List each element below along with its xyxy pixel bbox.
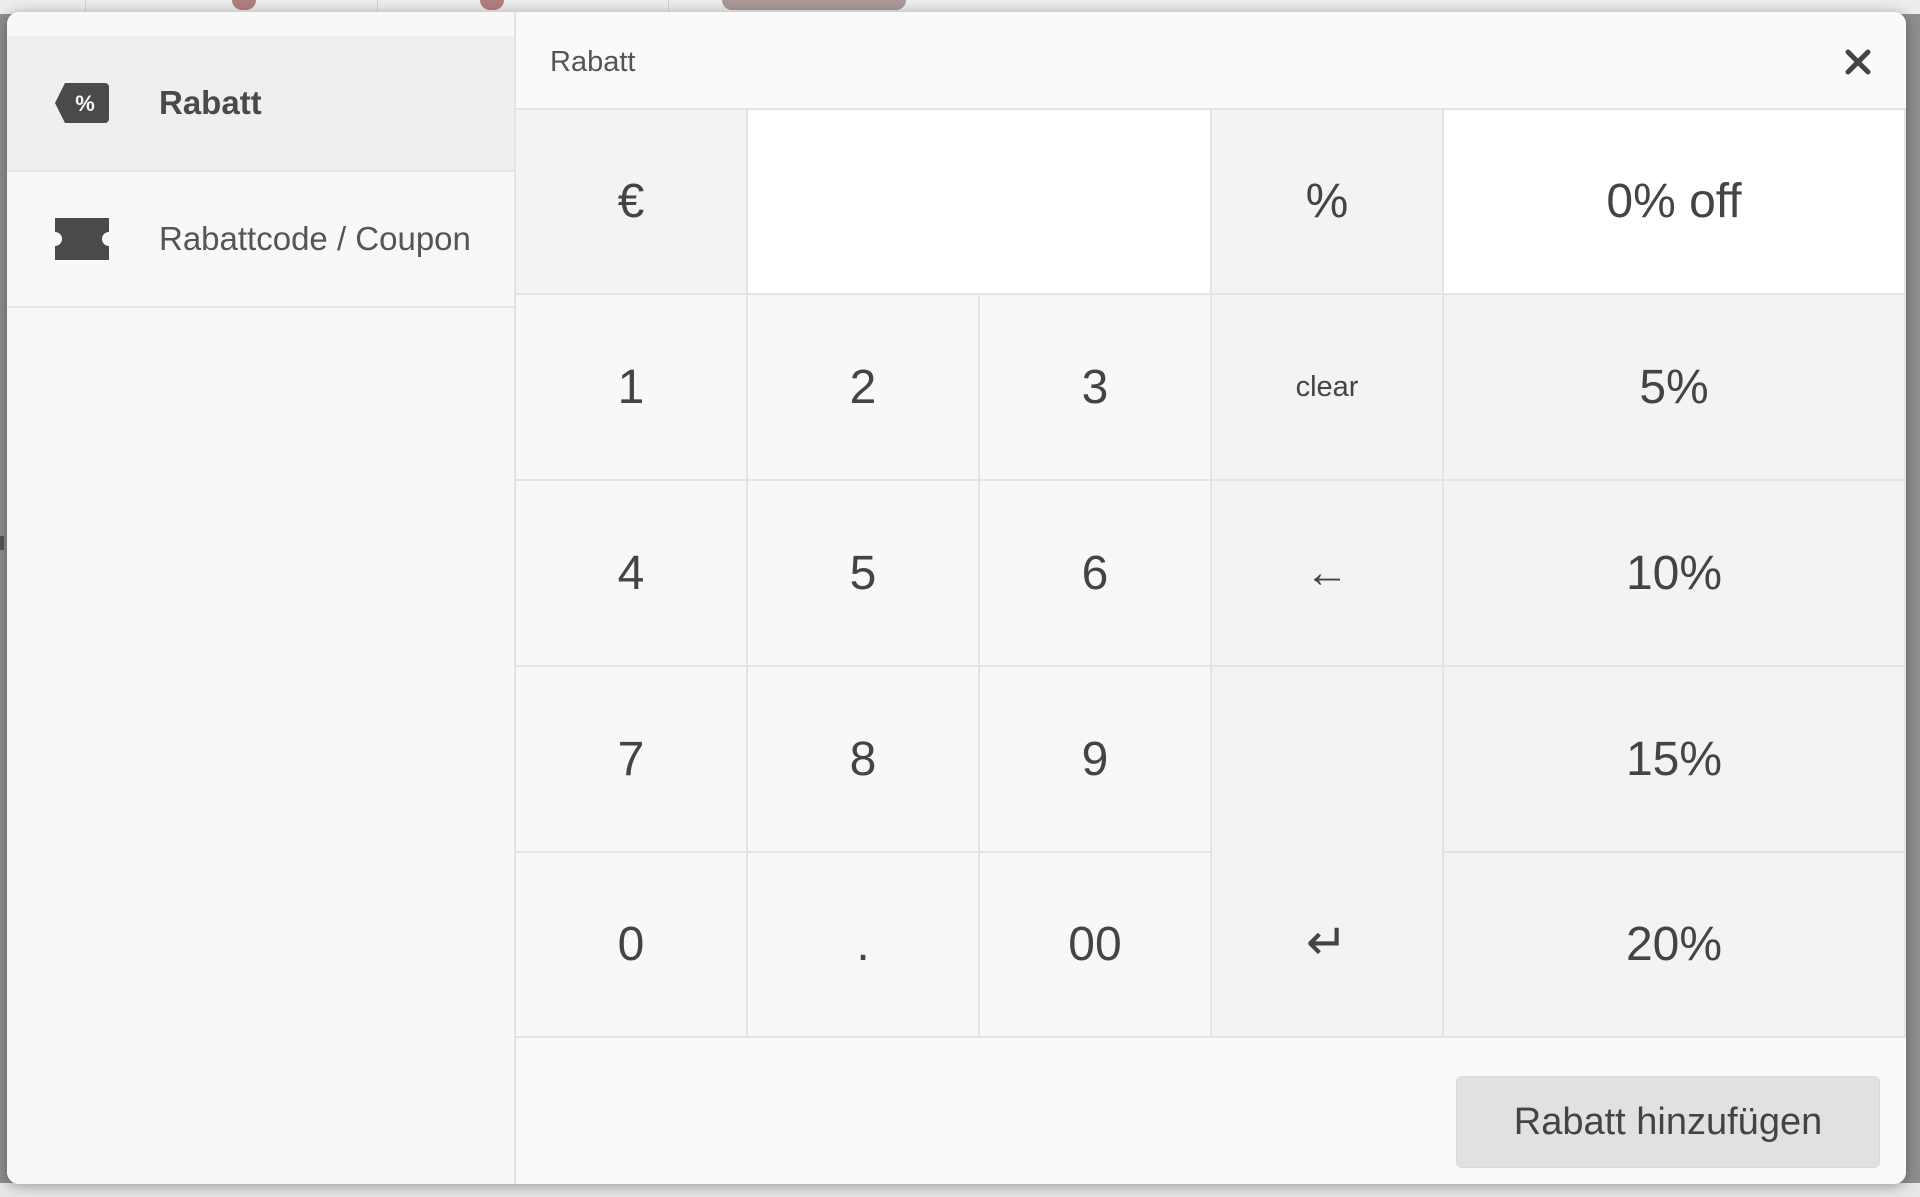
discount-tag-icon: % <box>55 81 109 125</box>
key-6-button[interactable]: 6 <box>980 481 1212 667</box>
modal-header: Rabatt <box>516 12 1906 110</box>
background-image-fragment <box>232 0 256 10</box>
background-image-fragment <box>480 0 504 10</box>
key-5-button[interactable]: 5 <box>748 481 980 667</box>
key-00-button[interactable]: 00 <box>980 853 1212 1038</box>
modal-title: Rabatt <box>550 46 636 78</box>
key-1-button[interactable]: 1 <box>516 295 748 481</box>
currency-toggle-button[interactable]: € <box>516 110 748 295</box>
modal-sidebar: % Rabatt Rabattcode / Coupon <box>7 12 516 1184</box>
background-image-fragment <box>722 0 906 10</box>
key-9-button[interactable]: 9 <box>980 667 1212 853</box>
modal-footer: Rabatt hinzufügen <box>516 1038 1906 1184</box>
percent-toggle-button[interactable]: % <box>1212 110 1444 295</box>
key-0-button[interactable]: 0 <box>516 853 748 1038</box>
preset-20-button[interactable]: 20% <box>1444 853 1906 1038</box>
add-discount-button[interactable]: Rabatt hinzufügen <box>1456 1076 1880 1168</box>
numeric-keypad: € % 0% off 1 2 3 clear 5% 4 5 6 ← 10% 7 … <box>516 110 1906 1038</box>
discount-result-display: 0% off <box>1444 110 1906 295</box>
close-button[interactable] <box>1838 42 1878 82</box>
preset-10-button[interactable]: 10% <box>1444 481 1906 667</box>
background-app-bottom <box>0 1183 1920 1197</box>
sidebar-item-label: Rabatt <box>159 84 262 121</box>
discount-modal: % Rabatt Rabattcode / Coupon Rabatt € % … <box>7 12 1906 1184</box>
key-4-button[interactable]: 4 <box>516 481 748 667</box>
backspace-icon: ← <box>1305 548 1349 597</box>
sidebar-item-label: Rabattcode / Coupon <box>159 220 471 257</box>
backspace-button[interactable]: ← <box>1212 481 1444 667</box>
clear-button[interactable]: clear <box>1212 295 1444 481</box>
preset-15-button[interactable]: 15% <box>1444 667 1906 853</box>
enter-icon: ↵ <box>1306 913 1348 970</box>
sidebar-item-coupon[interactable]: Rabattcode / Coupon <box>7 172 514 308</box>
close-icon <box>1845 49 1871 75</box>
coupon-ticket-icon <box>55 217 109 261</box>
background-fragment <box>0 536 4 550</box>
key-dot-button[interactable]: . <box>748 853 980 1038</box>
amount-input[interactable] <box>748 110 1212 295</box>
key-3-button[interactable]: 3 <box>980 295 1212 481</box>
modal-main: Rabatt € % 0% off 1 2 3 clear 5% 4 5 6 ←… <box>516 12 1906 1184</box>
key-2-button[interactable]: 2 <box>748 295 980 481</box>
key-7-button[interactable]: 7 <box>516 667 748 853</box>
preset-5-button[interactable]: 5% <box>1444 295 1906 481</box>
svg-text:%: % <box>75 91 95 116</box>
key-8-button[interactable]: 8 <box>748 667 980 853</box>
sidebar-item-rabatt[interactable]: % Rabatt <box>7 36 514 172</box>
enter-button[interactable]: ↵ <box>1212 667 1444 1038</box>
